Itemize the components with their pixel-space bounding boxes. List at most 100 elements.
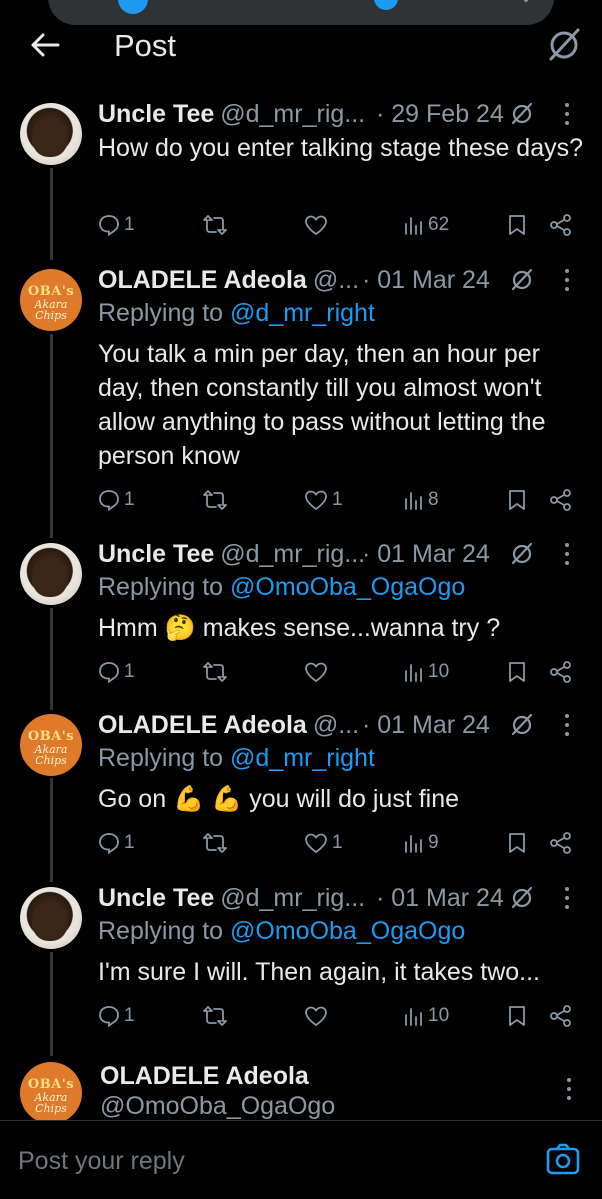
post[interactable]: OBA's Akara Chips OLADELE Adeola @... · … <box>0 708 602 868</box>
reply-icon <box>99 833 119 854</box>
views-button[interactable]: 10 <box>404 657 449 687</box>
reply-button[interactable]: 1 <box>98 485 135 515</box>
post[interactable]: OBA's Akara Chips OLADELE Adeola @... · … <box>0 263 602 523</box>
repost-button[interactable] <box>202 657 228 687</box>
author-name[interactable]: OLADELE Adeola <box>98 711 307 740</box>
author-handle[interactable]: @d_mr_rig... <box>220 884 365 913</box>
bookmark-button[interactable] <box>508 210 526 240</box>
like-button[interactable] <box>304 657 332 687</box>
author-name[interactable]: OLADELE Adeola <box>98 266 307 295</box>
avatar[interactable] <box>20 887 82 949</box>
author-name[interactable]: OLADELE Adeola <box>100 1062 309 1091</box>
post-date[interactable]: · 01 Mar 24 <box>362 266 490 295</box>
author-name[interactable]: Uncle Tee <box>98 100 214 129</box>
more-icon[interactable] <box>564 103 570 125</box>
author-name[interactable]: Uncle Tee <box>98 884 214 913</box>
more-icon[interactable] <box>564 543 570 565</box>
author-handle[interactable]: @... <box>313 266 359 295</box>
bookmark-button[interactable] <box>508 1001 526 1031</box>
post-date[interactable]: · 01 Mar 24 <box>362 540 490 569</box>
reply-button[interactable]: 1 <box>98 210 135 240</box>
views-button[interactable]: 8 <box>404 485 439 515</box>
reply-count: 1 <box>124 832 135 853</box>
bookmark-button[interactable] <box>508 485 526 515</box>
replying-to: Replying to @d_mr_right <box>98 299 375 328</box>
post-date[interactable]: · 01 Mar 24 <box>362 711 490 740</box>
back-arrow-icon[interactable] <box>28 28 62 62</box>
repost-button[interactable] <box>202 485 228 515</box>
avatar[interactable]: OBA's Akara Chips <box>20 714 82 776</box>
author-handle[interactable]: @d_mr_rig... <box>220 100 365 129</box>
more-icon[interactable] <box>566 1078 572 1100</box>
avatar[interactable]: OBA's Akara Chips <box>20 1062 82 1124</box>
post-date[interactable]: · 29 Feb 24 <box>376 100 504 129</box>
grok-icon[interactable] <box>510 541 534 565</box>
like-count: 1 <box>332 489 343 510</box>
reply-button[interactable]: 1 <box>98 1001 135 1031</box>
grok-icon[interactable] <box>510 712 534 736</box>
mention-link[interactable]: @d_mr_right <box>230 744 375 772</box>
views-button[interactable]: 10 <box>404 1001 449 1031</box>
share-button[interactable] <box>550 828 572 858</box>
share-icon <box>550 1005 571 1027</box>
post-text: I'm sure I will. Then again, it takes tw… <box>98 958 540 986</box>
author-handle[interactable]: @OmoOba_OgaOgo <box>100 1092 335 1121</box>
avatar[interactable] <box>20 103 82 165</box>
views-button[interactable]: 62 <box>404 210 449 240</box>
post-text: You talk a min per day, then an hour per… <box>98 340 546 470</box>
post-date[interactable]: · 01 Mar 24 <box>376 884 504 913</box>
bookmark-icon <box>509 833 525 853</box>
avatar[interactable] <box>20 543 82 605</box>
grok-icon[interactable] <box>510 267 534 291</box>
author-handle[interactable]: @... <box>313 711 359 740</box>
repost-button[interactable] <box>202 210 228 240</box>
reply-icon <box>99 662 119 683</box>
like-button[interactable]: 1 <box>304 485 343 515</box>
more-icon[interactable] <box>564 887 570 909</box>
oba-logo-mid: Akara <box>34 1090 68 1104</box>
oba-logo-top: OBA's <box>27 1076 75 1092</box>
mention-link[interactable]: @d_mr_right <box>230 299 375 327</box>
reply-button[interactable]: 1 <box>98 828 135 858</box>
share-icon <box>550 214 571 236</box>
bookmark-icon <box>509 215 525 235</box>
action-bar: 1 10 <box>98 657 578 687</box>
reply-button[interactable]: 1 <box>98 657 135 687</box>
post[interactable]: Uncle Tee @d_mr_rig... · 29 Feb 24 How d… <box>0 97 602 247</box>
reply-count: 1 <box>124 489 135 510</box>
more-icon[interactable] <box>564 269 570 291</box>
reply-author[interactable]: OBA's Akara Chips OLADELE Adeola @OmoOba… <box>0 1058 602 1124</box>
like-button[interactable] <box>304 1001 332 1031</box>
bookmark-button[interactable] <box>508 828 526 858</box>
views-button[interactable]: 9 <box>404 828 439 858</box>
post-text-end: you will do just fine <box>242 785 460 813</box>
more-icon[interactable] <box>564 714 570 736</box>
mention-link[interactable]: @OmoOba_OgaOgo <box>230 573 465 601</box>
share-button[interactable] <box>550 657 572 687</box>
post-text: Go on 💪 💪 you will do just fine <box>98 782 584 816</box>
author-handle[interactable]: @d_mr_rig... <box>220 540 365 569</box>
share-button[interactable] <box>550 210 572 240</box>
grok-icon[interactable] <box>510 885 534 909</box>
mention-link[interactable]: @OmoOba_OgaOgo <box>230 917 465 945</box>
camera-icon[interactable] <box>546 1143 580 1177</box>
replying-to: Replying to @d_mr_right <box>98 744 375 773</box>
share-button[interactable] <box>550 1001 572 1031</box>
author-name[interactable]: Uncle Tee <box>98 540 214 569</box>
avatar[interactable]: OBA's Akara Chips <box>20 269 82 331</box>
action-bar: 1 62 <box>98 210 578 240</box>
bookmark-button[interactable] <box>508 657 526 687</box>
grok-icon[interactable] <box>546 26 582 62</box>
reply-input[interactable]: Post your reply <box>18 1147 185 1176</box>
thinking-emoji: 🤔 <box>164 614 196 642</box>
reply-icon <box>99 490 119 511</box>
grok-icon[interactable] <box>510 101 534 125</box>
post[interactable]: Uncle Tee @d_mr_rig... · 01 Mar 24 Reply… <box>0 537 602 697</box>
repost-button[interactable] <box>202 1001 228 1031</box>
share-button[interactable] <box>550 485 572 515</box>
like-button[interactable]: 1 <box>304 828 343 858</box>
post[interactable]: Uncle Tee @d_mr_rig... · 01 Mar 24 Reply… <box>0 881 602 1041</box>
replying-to: Replying to @OmoOba_OgaOgo <box>98 917 465 946</box>
repost-button[interactable] <box>202 828 228 858</box>
like-button[interactable] <box>304 210 332 240</box>
